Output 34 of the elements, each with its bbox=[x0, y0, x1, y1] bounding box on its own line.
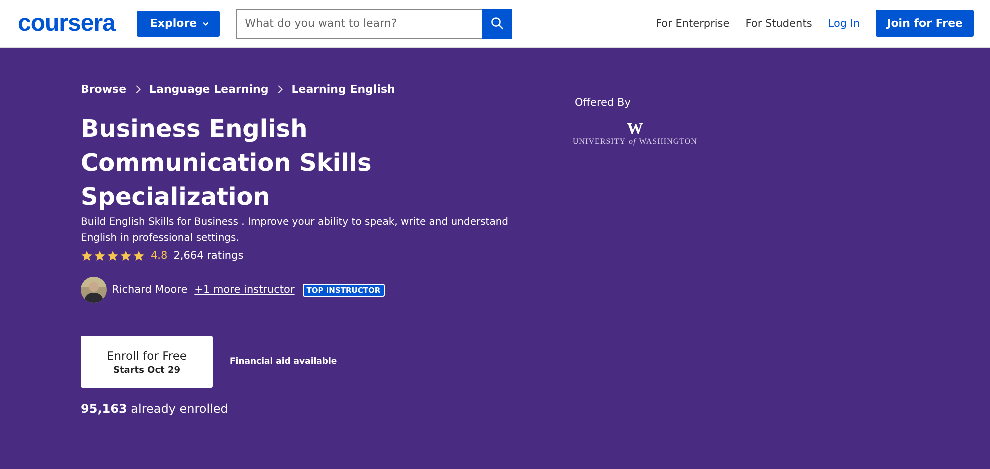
breadcrumb-link[interactable]: Learning English bbox=[292, 83, 396, 96]
instructor-name: Richard Moore bbox=[112, 284, 188, 296]
search-field[interactable]: What do you want to learn? bbox=[236, 8, 482, 38]
offered-by-label: Offered By bbox=[575, 97, 631, 109]
chevron-icon bbox=[276, 85, 284, 94]
enroll-button[interactable]: Enroll for Free Starts Oct 29 bbox=[81, 336, 213, 388]
chevron-down-icon bbox=[202, 20, 210, 28]
login-link[interactable]: Log In bbox=[828, 18, 860, 30]
search-icon bbox=[490, 16, 505, 31]
star-icon bbox=[94, 250, 106, 262]
logo[interactable]: coursera bbox=[18, 10, 116, 38]
star-icon bbox=[107, 250, 119, 262]
breadcrumb-link[interactable]: Language Learning bbox=[150, 83, 269, 96]
star-icon bbox=[81, 250, 93, 262]
course-title: Business English Communication Skills Specialization bbox=[81, 114, 373, 213]
course-description: Build English Skills for Business . Improve your ability to speak, write and understand English in professional settings. bbox=[81, 216, 510, 246]
chevron-icon bbox=[134, 85, 142, 94]
university-place: WASHINGTON bbox=[639, 137, 698, 146]
star-icon bbox=[133, 250, 145, 262]
rating-score: 4.8 bbox=[151, 250, 168, 262]
university-of: of bbox=[629, 137, 636, 146]
join-button[interactable]: Join for Free bbox=[876, 10, 974, 37]
financial-aid-text: Financial aid available bbox=[230, 357, 338, 367]
breadcrumb-link[interactable]: Browse bbox=[81, 83, 127, 96]
search-button[interactable] bbox=[482, 8, 512, 38]
more-instructors-link[interactable]: +1 more instructor bbox=[194, 284, 295, 296]
rating-count: 2,664 ratings bbox=[174, 250, 244, 262]
nav-link[interactable]: For Enterprise bbox=[656, 18, 730, 30]
explore-button[interactable]: Explore bbox=[137, 10, 220, 36]
university-mark: W bbox=[627, 123, 644, 137]
university-word: UNIVERSITY bbox=[573, 137, 626, 146]
star-icon bbox=[120, 250, 132, 262]
enrolled-count: 95,163 already enrolled bbox=[81, 402, 228, 416]
nav-link[interactable]: For Students bbox=[746, 18, 812, 30]
